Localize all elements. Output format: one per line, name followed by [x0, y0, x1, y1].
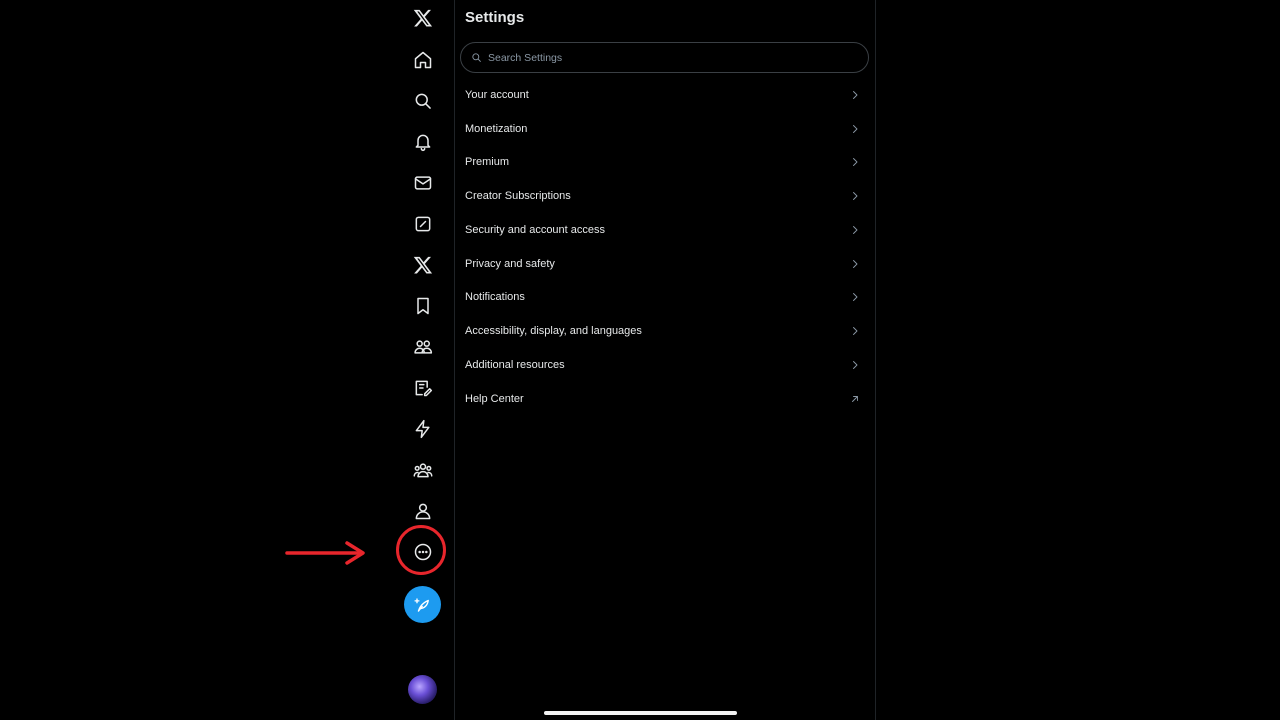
settings-item-label: Security and account access — [465, 224, 606, 236]
settings-item-notifications[interactable]: Notifications — [455, 280, 875, 314]
mail-icon[interactable] — [402, 167, 444, 199]
avatar[interactable] — [408, 675, 437, 704]
chevron-right-icon — [853, 260, 858, 268]
settings-item-label: Privacy and safety — [465, 258, 555, 270]
page-title: Settings — [465, 9, 525, 26]
settings-item-privacy[interactable]: Privacy and safety — [455, 247, 875, 281]
chevron-right-icon — [853, 91, 858, 99]
settings-item-label: Accessibility, display, and languages — [465, 325, 642, 337]
settings-item-creator-subscriptions[interactable]: Creator Subscriptions — [455, 179, 875, 213]
search-icon — [472, 53, 481, 62]
grok-icon[interactable] — [402, 208, 444, 240]
external-link-icon — [852, 396, 858, 402]
settings-item-label: Additional resources — [465, 359, 565, 371]
chevron-right-icon — [853, 125, 858, 133]
communities-icon[interactable] — [402, 331, 444, 363]
bell-icon[interactable] — [402, 126, 444, 158]
settings-item-security[interactable]: Security and account access — [455, 213, 875, 247]
settings-item-accessibility[interactable]: Accessibility, display, and languages — [455, 314, 875, 348]
chevron-right-icon — [853, 192, 858, 200]
x-logo-icon[interactable] — [402, 2, 444, 34]
annotation-highlight-circle — [396, 525, 446, 575]
settings-item-label: Monetization — [465, 123, 528, 135]
compose-icon — [413, 597, 429, 612]
people-icon[interactable] — [402, 454, 444, 486]
home-indicator — [544, 711, 737, 715]
chevron-right-icon — [853, 327, 858, 335]
chevron-right-icon — [853, 226, 858, 234]
home-icon[interactable] — [402, 44, 444, 76]
lightning-icon[interactable] — [402, 413, 444, 445]
settings-item-label: Premium — [465, 156, 510, 168]
settings-item-label: Notifications — [465, 291, 525, 303]
settings-item-label: Help Center — [465, 393, 524, 405]
settings-item-premium[interactable]: Premium — [455, 145, 875, 179]
divider — [875, 0, 876, 720]
bookmark-icon[interactable] — [402, 290, 444, 322]
profile-icon[interactable] — [402, 495, 444, 527]
search-input[interactable] — [486, 50, 850, 65]
settings-item-label: Creator Subscriptions — [465, 190, 571, 202]
settings-item-label: Your account — [465, 89, 529, 101]
search-icon[interactable] — [402, 85, 444, 117]
settings-item-your-account[interactable]: Your account — [455, 78, 875, 112]
compose-button[interactable] — [404, 586, 441, 623]
app-frame: Settings Your account Monetization Premi… — [0, 0, 1280, 720]
search-settings-field[interactable] — [460, 42, 869, 73]
chevron-right-icon — [853, 361, 858, 369]
settings-item-additional-resources[interactable]: Additional resources — [455, 348, 875, 382]
settings-item-monetization[interactable]: Monetization — [455, 112, 875, 146]
articles-icon[interactable] — [402, 372, 444, 404]
x-premium-icon[interactable] — [402, 249, 444, 281]
chevron-right-icon — [853, 293, 858, 301]
chevron-right-icon — [853, 158, 858, 166]
settings-item-help-center[interactable]: Help Center — [455, 382, 875, 416]
annotation-arrow-icon — [285, 541, 365, 565]
settings-panel: Settings Your account Monetization Premi… — [455, 0, 875, 720]
